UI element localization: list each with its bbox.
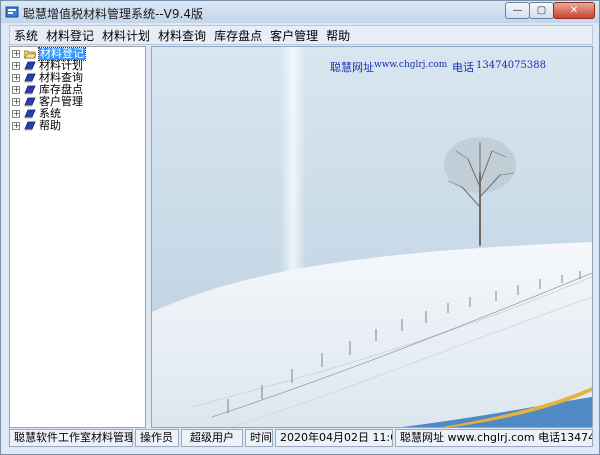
- expand-icon[interactable]: +: [12, 98, 20, 106]
- tree-item-label: 帮助: [39, 119, 61, 132]
- menu-customer[interactable]: 客户管理: [266, 27, 322, 44]
- expand-icon[interactable]: +: [12, 110, 20, 118]
- expand-icon[interactable]: +: [12, 122, 20, 130]
- banner-phone-label: 电话: [452, 61, 474, 74]
- close-button[interactable]: ✕: [553, 2, 595, 19]
- menu-material-plan[interactable]: 材料计划: [98, 27, 154, 44]
- status-operator: 超级用户: [181, 429, 243, 447]
- expand-icon[interactable]: +: [12, 86, 20, 94]
- book-icon: [24, 121, 36, 131]
- menu-bar: 系统 材料登记 材料计划 材料查询 库存盘点 客户管理 帮助: [9, 25, 593, 45]
- nav-tree: + 材料登记 + 材料计划 + 材料查询 + 库存盘点 + 客户管理 + 系统 …: [9, 46, 146, 428]
- window-controls: — ▢ ✕: [505, 2, 595, 19]
- status-datetime: 2020年04月02日 11:06:04: [275, 429, 393, 447]
- winter-wallpaper: [152, 47, 592, 427]
- book-icon: [24, 85, 36, 95]
- app-window: 聪慧增值税材料管理系统--V9.4版 — ▢ ✕ 系统 材料登记 材料计划 材料…: [0, 0, 600, 455]
- banner-url[interactable]: www.chglrj.com: [374, 60, 447, 70]
- banner-name: 聪慧网址: [330, 61, 374, 74]
- book-icon: [24, 109, 36, 119]
- book-icon: [24, 61, 36, 71]
- menu-help[interactable]: 帮助: [322, 27, 354, 44]
- status-time-label: 时间: [245, 429, 273, 447]
- banner-phone: 13474075388: [476, 60, 546, 71]
- app-icon: [5, 6, 19, 18]
- expand-icon[interactable]: +: [12, 74, 20, 82]
- title-bar[interactable]: 聪慧增值税材料管理系统--V9.4版 — ▢ ✕: [1, 1, 599, 23]
- folder-open-icon: [24, 50, 36, 59]
- menu-system[interactable]: 系统: [10, 27, 42, 44]
- status-footer: 聪慧网址 www.chglrj.com 电话13474075388: [395, 429, 593, 447]
- status-operator-label: 操作员: [135, 429, 179, 447]
- expand-icon[interactable]: +: [12, 50, 20, 58]
- book-icon: [24, 97, 36, 107]
- book-icon: [24, 73, 36, 83]
- status-company: 聪慧软件工作室材料管理系统: [9, 429, 133, 447]
- menu-material-query[interactable]: 材料查询: [154, 27, 210, 44]
- menu-material-register[interactable]: 材料登记: [42, 27, 98, 44]
- menu-inventory[interactable]: 库存盘点: [210, 27, 266, 44]
- maximize-button[interactable]: ▢: [529, 2, 554, 19]
- status-bar: 聪慧软件工作室材料管理系统 操作员 超级用户 时间 2020年04月02日 11…: [9, 429, 593, 449]
- window-title: 聪慧增值税材料管理系统--V9.4版: [23, 7, 203, 21]
- minimize-button[interactable]: —: [505, 2, 530, 19]
- expand-icon[interactable]: +: [12, 62, 20, 70]
- main-pane: 聪慧网址 www.chglrj.com 电话 13474075388: [151, 46, 593, 428]
